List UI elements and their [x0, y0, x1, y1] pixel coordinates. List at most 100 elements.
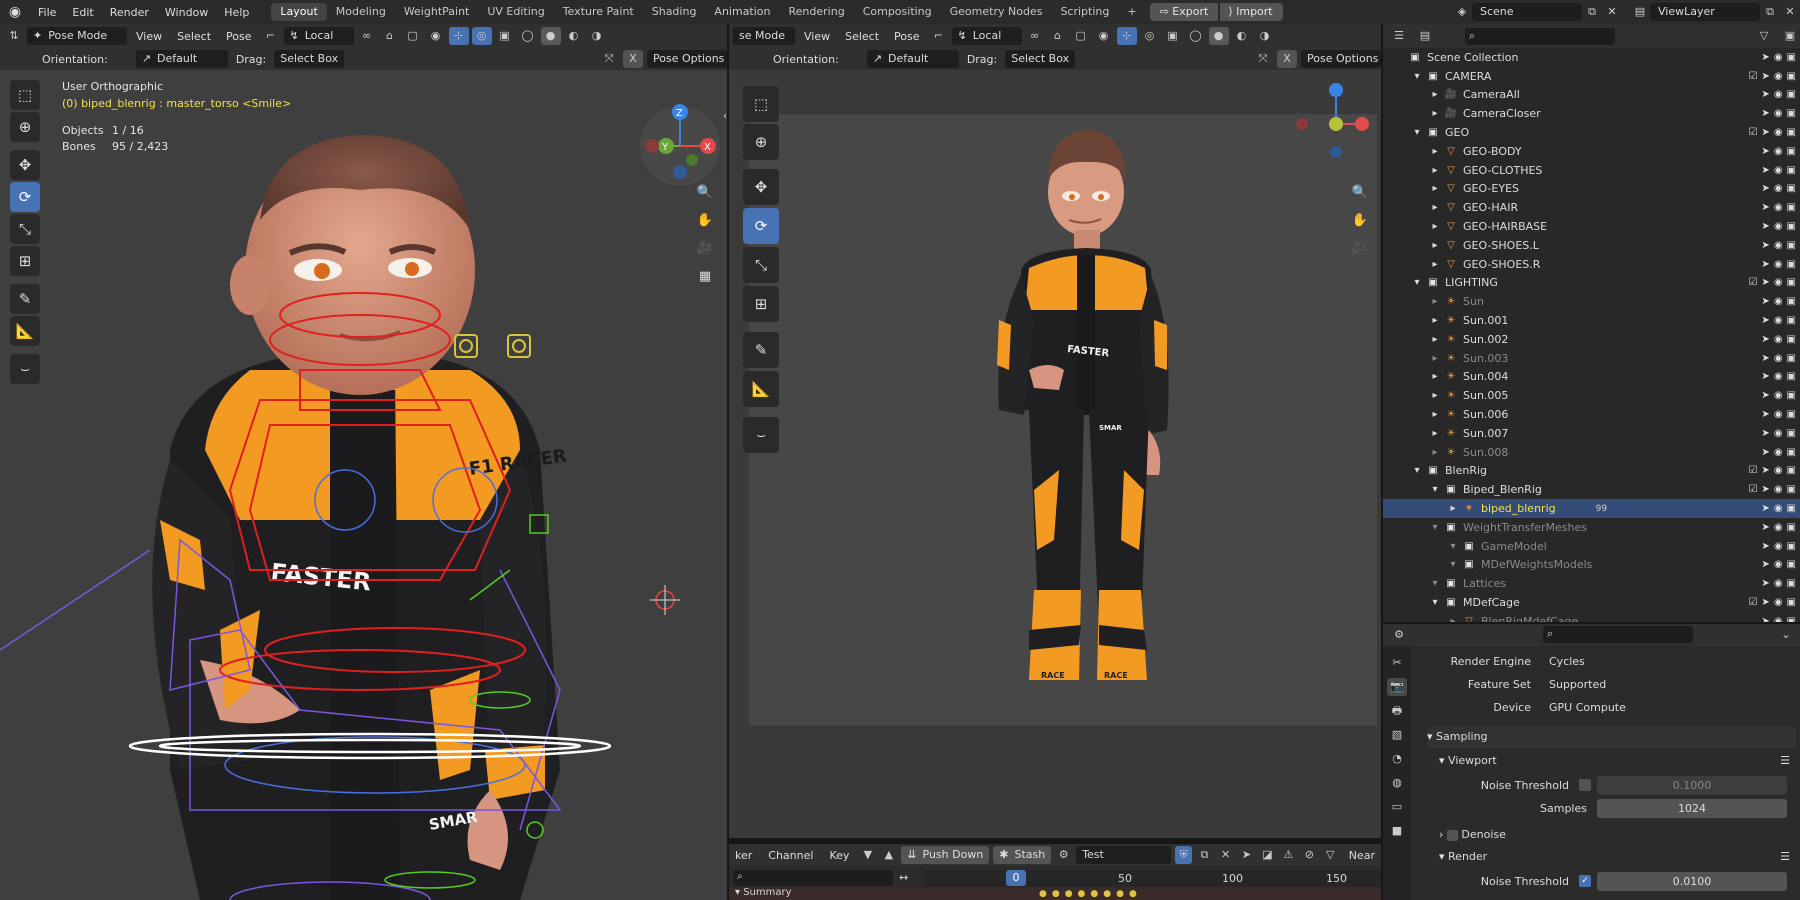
- outliner-row[interactable]: ▸ ☀ Sun.006 ➤ ◉ ▣: [1383, 405, 1800, 424]
- render-camera-icon[interactable]: ▣: [1787, 409, 1796, 420]
- cursor-tool-icon[interactable]: ⊕: [10, 112, 40, 142]
- render-camera-icon[interactable]: ▣: [1787, 259, 1796, 270]
- selectable-arrow-icon[interactable]: ➤: [1761, 522, 1769, 533]
- selectable-arrow-icon[interactable]: ➤: [1761, 52, 1769, 63]
- render-camera-icon[interactable]: ▣: [1787, 183, 1796, 194]
- outliner-row[interactable]: ▸ ☀ Sun.001 ➤ ◉ ▣: [1383, 311, 1800, 330]
- new-viewlayer-icon[interactable]: ⧉: [1760, 3, 1780, 21]
- selectable-arrow-icon[interactable]: ➤: [1761, 202, 1769, 213]
- samples-field[interactable]: 1024: [1597, 798, 1787, 818]
- eye-visibility-icon[interactable]: ◉: [1774, 522, 1783, 533]
- selectable-arrow-icon[interactable]: ➤: [1761, 353, 1769, 364]
- display-mode-icon[interactable]: ▤: [1415, 27, 1435, 45]
- selectable-arrow-icon[interactable]: ➤: [1761, 541, 1769, 552]
- eye-visibility-icon[interactable]: ◉: [1774, 428, 1783, 439]
- render-camera-icon[interactable]: ▣: [1787, 89, 1796, 100]
- area-divider-horizontal-2[interactable]: [1383, 622, 1800, 624]
- eye-visibility-icon[interactable]: ◉: [1774, 334, 1783, 345]
- selectable-arrow-icon[interactable]: ➤: [1761, 183, 1769, 194]
- outliner-row[interactable]: ▾ ▣ Lattices ➤ ◉ ▣: [1383, 574, 1800, 593]
- expand-arrow-icon[interactable]: ▾: [1445, 559, 1461, 570]
- color-swatch-icon[interactable]: ▢: [403, 27, 423, 45]
- expand-arrow-icon[interactable]: ▾: [1409, 71, 1425, 82]
- menu-pose-right[interactable]: Pose: [888, 30, 925, 43]
- outliner-row[interactable]: ▸ ☀ Sun.005 ➤ ◉ ▣: [1383, 386, 1800, 405]
- render-camera-icon[interactable]: ▣: [1787, 277, 1796, 288]
- outliner-row[interactable]: ▾ ▣ CAMERA ☑ ➤ ◉ ▣: [1383, 67, 1800, 86]
- expand-arrow-icon[interactable]: ▸: [1427, 315, 1443, 326]
- add-workspace-button[interactable]: +: [1118, 3, 1145, 21]
- collection-tab-icon[interactable]: ▭: [1387, 798, 1407, 816]
- outliner-row[interactable]: ▸ ☀ Sun.003 ➤ ◉ ▣: [1383, 349, 1800, 368]
- eye-visibility-icon[interactable]: ◉: [1774, 296, 1783, 307]
- eye-visibility-icon[interactable]: ◉: [1774, 240, 1783, 251]
- tab-layout[interactable]: Layout: [271, 3, 327, 21]
- world-tab-icon[interactable]: ◍: [1387, 774, 1407, 792]
- feature-set-dropdown[interactable]: Supported: [1541, 674, 1786, 694]
- eye-visibility-icon[interactable]: ◉: [1774, 578, 1783, 589]
- render-camera-icon[interactable]: ▣: [1787, 371, 1796, 382]
- expand-arrow-icon[interactable]: ▾: [1409, 465, 1425, 476]
- relax-pose-tool-icon-right[interactable]: ⌣: [743, 417, 779, 453]
- render-camera-icon[interactable]: ▣: [1787, 240, 1796, 251]
- viewport-noise-field[interactable]: 0.1000: [1597, 775, 1787, 795]
- shading-solid-icon[interactable]: ●: [540, 27, 561, 45]
- expand-arrow-icon[interactable]: ▸: [1427, 447, 1443, 458]
- outliner-row[interactable]: ▸ ☀ Sun ➤ ◉ ▣: [1383, 292, 1800, 311]
- tab-texture-paint[interactable]: Texture Paint: [554, 3, 643, 21]
- gizmo-toggle-icon-right[interactable]: ⊹: [1116, 27, 1137, 45]
- render-engine-dropdown[interactable]: Cycles: [1541, 651, 1786, 671]
- selectable-arrow-icon[interactable]: ➤: [1761, 296, 1769, 307]
- color-swatch-icon-right[interactable]: ▢: [1071, 27, 1091, 45]
- outliner-row[interactable]: ▸ ☀ Sun.002 ➤ ◉ ▣: [1383, 330, 1800, 349]
- render-camera-icon[interactable]: ▣: [1787, 390, 1796, 401]
- new-scene-icon[interactable]: ⧉: [1582, 3, 1602, 21]
- eye-visibility-icon[interactable]: ◉: [1774, 259, 1783, 270]
- outliner-row[interactable]: ▸ ▽ BlenRigMdefCage ➤ ◉ ▣: [1383, 612, 1800, 622]
- checkbox-icon[interactable]: ☑: [1748, 597, 1757, 608]
- area-divider-vertical[interactable]: [727, 24, 729, 900]
- hide-icon[interactable]: ⊘: [1301, 846, 1318, 864]
- blender-logo-icon[interactable]: ◉: [0, 4, 30, 20]
- expand-arrow-icon[interactable]: ▸: [1427, 371, 1443, 382]
- eye-visibility-icon[interactable]: ◉: [1774, 165, 1783, 176]
- selectable-arrow-icon[interactable]: ➤: [1761, 165, 1769, 176]
- render-presets-icon[interactable]: ☰: [1780, 846, 1790, 868]
- eye-visibility-icon[interactable]: ◉: [1774, 315, 1783, 326]
- outliner-filter-icon[interactable]: ▽: [1754, 27, 1774, 45]
- remove-scene-icon[interactable]: ✕: [1602, 3, 1622, 21]
- outliner-row[interactable]: ▾ ▣ MDefWeightsModels ➤ ◉ ▣: [1383, 556, 1800, 575]
- remove-viewlayer-icon[interactable]: ✕: [1780, 3, 1800, 21]
- shading-material-icon[interactable]: ◐: [564, 27, 584, 45]
- orientation-local-dropdown[interactable]: ↯ Local: [283, 27, 354, 45]
- selectable-arrow-icon[interactable]: ➤: [1761, 578, 1769, 589]
- scene-browse-icon[interactable]: ◈: [1452, 3, 1472, 21]
- filter-icon[interactable]: ▽: [1322, 846, 1339, 864]
- eye-visibility-icon[interactable]: ◉: [1774, 202, 1783, 213]
- viewlayer-name-field[interactable]: ViewLayer: [1650, 3, 1760, 21]
- drag-dropdown[interactable]: Select Box: [274, 50, 345, 68]
- mode-dropdown[interactable]: ✦ Pose Mode: [27, 27, 127, 45]
- selectable-arrow-icon[interactable]: ➤: [1761, 465, 1769, 476]
- expand-arrow-icon[interactable]: ▸: [1427, 89, 1443, 100]
- render-noise-field[interactable]: 0.0100: [1597, 871, 1787, 891]
- keyframe-type-icon[interactable]: ▼: [859, 846, 876, 864]
- outliner-row[interactable]: ▾ ▣ GameModel ➤ ◉ ▣: [1383, 537, 1800, 556]
- eye-visibility-icon[interactable]: ◉: [1774, 127, 1783, 138]
- outliner-row[interactable]: ▸ 🎥 CameraCloser ➤ ◉ ▣: [1383, 104, 1800, 123]
- left-3d-viewport[interactable]: F1 RACER FASTER SMAR ⇅ ✦ Pose Mode View …: [0, 24, 727, 900]
- move-tool-icon-right[interactable]: ✥: [743, 169, 779, 205]
- eye-visibility-icon[interactable]: ◉: [1774, 484, 1783, 495]
- object-tab-icon[interactable]: ■: [1387, 822, 1407, 840]
- selectable-arrow-icon[interactable]: ➤: [1761, 597, 1769, 608]
- viewport-subpanel-header[interactable]: ▾ Viewport ☰: [1439, 750, 1796, 772]
- selectable-arrow-icon[interactable]: ➤: [1761, 334, 1769, 345]
- shading-wire-icon-right[interactable]: ◯: [1186, 27, 1206, 45]
- selectable-arrow-icon[interactable]: ➤: [1761, 259, 1769, 270]
- visibility-dropdown-icon[interactable]: ◉: [426, 27, 446, 45]
- navigation-gizmo[interactable]: Z X Y: [636, 102, 724, 190]
- camera-view-icon-right[interactable]: 🎥: [1349, 238, 1371, 260]
- eye-visibility-icon[interactable]: ◉: [1774, 89, 1783, 100]
- render-camera-icon[interactable]: ▣: [1787, 559, 1796, 570]
- transform-pivot-icon[interactable]: ⌐: [261, 27, 281, 45]
